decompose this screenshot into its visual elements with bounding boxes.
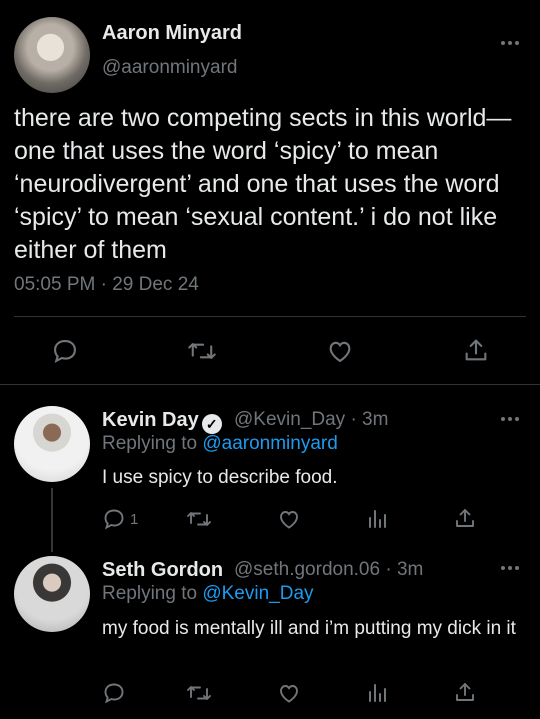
replying-to-link[interactable]: @Kevin_Day <box>202 583 313 604</box>
reply-author-name[interactable]: Kevin Day ✓ <box>102 409 222 434</box>
reply-icon[interactable]: 1 <box>102 507 138 531</box>
reply-time: · 3m <box>350 409 389 430</box>
replying-label: Replying to <box>102 433 198 454</box>
more-icon[interactable] <box>498 563 522 573</box>
author-handle[interactable]: @aaronminyard <box>102 57 237 79</box>
reply-handle-text: @Kevin_Day <box>234 409 346 430</box>
retweet-icon[interactable] <box>186 681 212 705</box>
reply-author-handle[interactable]: @Kevin_Day · 3m <box>234 409 388 431</box>
more-icon[interactable] <box>498 414 522 424</box>
reply-text: my food is mentally ill and i’m putting … <box>102 618 516 639</box>
divider <box>0 384 540 385</box>
retweet-icon[interactable] <box>186 507 212 531</box>
analytics-icon[interactable] <box>366 507 388 531</box>
replying-to: Replying to @Kevin_Day <box>102 583 314 605</box>
replying-to-link[interactable]: @aaronminyard <box>202 433 337 454</box>
author-name[interactable]: Aaron Minyard <box>102 22 242 45</box>
tweet-text: there are two competing sects in this wo… <box>14 104 512 264</box>
reply-icon[interactable] <box>51 337 79 365</box>
share-icon[interactable] <box>453 680 477 704</box>
reply-icon[interactable] <box>102 681 126 705</box>
share-icon[interactable] <box>453 506 477 530</box>
tweet-timestamp[interactable]: 05:05 PM · 29 Dec 24 <box>14 274 199 296</box>
reply-count: 1 <box>130 510 139 528</box>
heart-icon[interactable] <box>326 337 354 365</box>
reply-author-handle[interactable]: @seth.gordon.06 · 3m <box>234 559 423 581</box>
heart-icon[interactable] <box>277 507 301 531</box>
analytics-icon[interactable] <box>366 681 388 705</box>
reply-time: · 3m <box>385 559 424 580</box>
retweet-icon[interactable] <box>187 337 217 365</box>
reply-author-name-text: Kevin Day <box>102 409 199 431</box>
thread-connector <box>51 488 53 552</box>
replying-to: Replying to @aaronminyard <box>102 433 338 455</box>
author-avatar[interactable] <box>14 17 90 93</box>
reply-avatar[interactable] <box>14 406 90 482</box>
reply-handle-text: @seth.gordon.06 <box>234 559 381 580</box>
divider <box>14 316 526 317</box>
replying-label: Replying to <box>102 583 198 604</box>
heart-icon[interactable] <box>277 681 301 705</box>
verified-badge-icon: ✓ <box>201 414 222 434</box>
reply-avatar[interactable] <box>14 556 90 632</box>
reply-text: I use spicy to describe food. <box>102 467 338 488</box>
reply-author-name[interactable]: Seth Gordon <box>102 559 223 582</box>
more-icon[interactable] <box>498 38 522 48</box>
share-icon[interactable] <box>462 336 490 364</box>
